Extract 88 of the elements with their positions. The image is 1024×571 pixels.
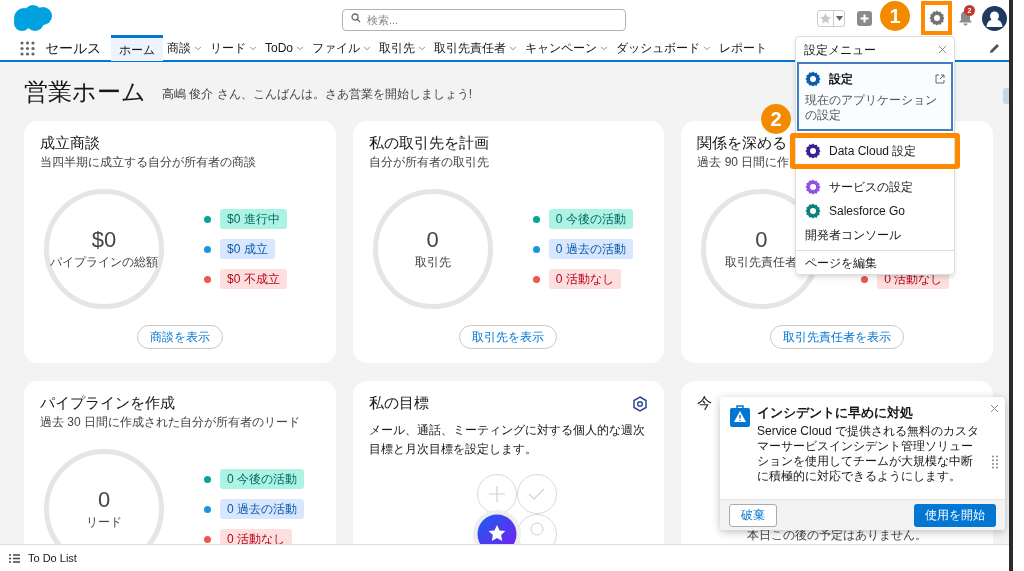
card-title: 私の取引先を計画 — [368, 133, 489, 153]
menu-item[interactable]: 設定 現在のアプリケーションの設定 — [797, 62, 953, 131]
total-value: 0 — [97, 487, 111, 513]
page-title: 営業ホーム — [24, 76, 146, 107]
star-icon — [818, 10, 833, 26]
nav-tab[interactable]: ダッシュボード — [612, 35, 715, 61]
nav-tab[interactable]: 取引先 — [375, 35, 430, 61]
chevron-icon — [249, 45, 257, 51]
close-icon[interactable] — [991, 405, 998, 412]
status-tag: 0 過去の活動 — [220, 499, 304, 519]
chevron-icon — [703, 45, 711, 51]
list-icon — [9, 553, 20, 563]
menu-item-subtitle: 現在のアプリケーションの設定 — [805, 93, 938, 123]
chevron-icon — [296, 45, 304, 51]
chevron-icon — [509, 45, 517, 51]
card-subtitle: 過去 30 日間に作成された自分が所有者のリード — [40, 414, 300, 431]
caret-icon — [835, 15, 843, 21]
menu-title: 設定メニュー — [804, 41, 876, 59]
status-tag: $0 進行中 — [220, 209, 287, 229]
card-subtitle: 当四半期に成立する自分が所有者の商談 — [40, 154, 256, 171]
search-field[interactable]: 検索... — [342, 9, 626, 31]
avatar-icon[interactable] — [982, 5, 1007, 31]
nav-tab[interactable]: 取引先責任者 — [430, 35, 521, 61]
menu-item-label: Data Cloud 設定 — [829, 143, 917, 160]
menu-item[interactable]: 開発者コンソール — [797, 223, 953, 247]
card-title: 今 — [697, 393, 713, 413]
menu-item[interactable]: サービスの設定 — [797, 175, 953, 199]
settings-icon — [928, 10, 945, 26]
panel-toggle[interactable] — [1003, 88, 1009, 104]
card-title: 私の目標 — [368, 393, 429, 413]
settings-icon[interactable] — [632, 396, 649, 412]
nav-tab[interactable]: 商談 — [163, 35, 206, 61]
total-label: リード — [86, 514, 122, 531]
total-value: 0 — [755, 227, 768, 253]
card-title: パイプラインを作成 — [40, 393, 175, 413]
menu-item-label: 開発者コンソール — [805, 227, 901, 244]
close-icon[interactable] — [939, 46, 946, 53]
total-label: パイプラインの総額 — [50, 254, 158, 271]
nav-tab[interactable]: ToDo — [261, 35, 308, 61]
popup-body: Service Cloud で提供される無料のカスタマーサービスインシデント管理ソリューションを使用してチームが大規模な中断に積極的に対応できるようにします。 — [757, 424, 981, 484]
total-value: 0 — [426, 227, 439, 253]
view-button[interactable]: 取引先を表示 — [459, 325, 558, 349]
utility-item[interactable]: To Do List — [28, 549, 77, 567]
popup-button[interactable]: 使用を開始 — [914, 503, 996, 527]
search-icon — [351, 13, 361, 23]
chevron-icon — [363, 45, 371, 51]
external-link-icon — [935, 74, 945, 84]
nav-tab[interactable]: レポート — [715, 35, 771, 61]
menu-item[interactable]: Salesforce Go — [797, 199, 953, 223]
status-tag: 0 活動なし — [548, 269, 621, 289]
edit-icon[interactable] — [989, 42, 1000, 54]
status-tag: $0 不成立 — [220, 269, 287, 289]
card-subtitle: 過去 90 日間に作 — [697, 154, 790, 171]
empty-message: 本日この後の予定はありません。 — [747, 527, 928, 544]
total-value: $0 — [91, 227, 117, 253]
chevron-icon — [418, 45, 426, 51]
card-title: 成立商談 — [40, 133, 100, 153]
chevron-icon — [600, 45, 608, 51]
status-tag: $0 成立 — [220, 239, 275, 259]
menu-item-label: サービスの設定 — [829, 179, 913, 196]
status-tag: 0 今後の活動 — [220, 469, 304, 489]
warning-icon — [730, 405, 750, 427]
favorites-button[interactable] — [817, 9, 845, 27]
app-launcher-icon[interactable] — [20, 40, 35, 56]
popup-button[interactable]: 破棄 — [729, 503, 777, 527]
total-label: 取引先 — [414, 254, 451, 271]
nav-tab[interactable]: ホーム — [111, 35, 163, 61]
app-name: セールス — [45, 38, 101, 58]
card-title: 関係を深める — [697, 133, 788, 153]
total-label: 取引先責任者 — [725, 254, 798, 271]
menu-item-label: 設定 — [829, 71, 853, 88]
nav-tab[interactable]: リード — [206, 35, 261, 61]
plus-icon[interactable] — [857, 10, 872, 26]
status-tag: 0 今後の活動 — [548, 209, 633, 229]
chevron-icon — [194, 45, 202, 51]
drag-handle-icon[interactable] — [991, 455, 998, 469]
cloud-logo[interactable] — [13, 4, 53, 32]
menu-item-label: Salesforce Go — [829, 203, 906, 220]
card-description: メール、通話、ミーティングに対する個人的な週次目標と月次目標を設定します。 — [368, 422, 646, 458]
popup-title: インシデントに早めに対処 — [757, 405, 914, 421]
view-button[interactable]: 取引先責任者を表示 — [770, 325, 905, 349]
nav-tab[interactable]: キャンペーン — [521, 35, 612, 61]
menu-item[interactable]: Data Cloud 設定 — [797, 139, 953, 163]
card-subtitle: 自分が所有者の取引先 — [368, 154, 489, 171]
nav-tab[interactable]: ファイル — [308, 35, 375, 61]
view-button[interactable]: 商談を表示 — [136, 325, 223, 349]
status-tag: 0 過去の活動 — [548, 239, 633, 259]
greeting-text: 高嶋 俊介 さん、こんばんは。さあ営業を開始しましょう! — [162, 85, 472, 103]
